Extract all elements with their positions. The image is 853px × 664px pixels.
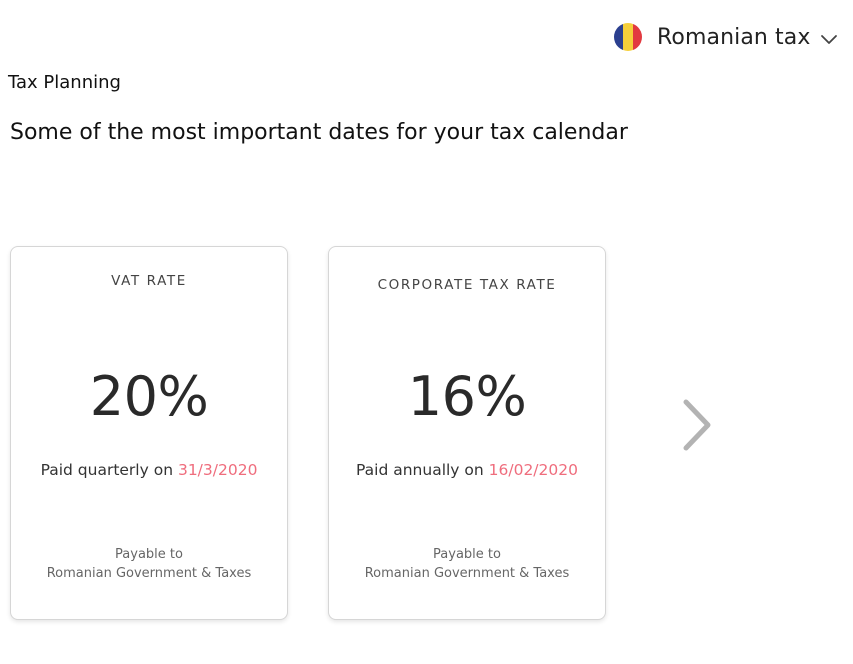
card-title: VAT RATE xyxy=(111,273,187,289)
page-subtitle: Some of the most important dates for you… xyxy=(10,120,628,145)
card-paid-info: Paid quarterly on 31/3/2020 xyxy=(11,461,287,479)
card-paid-prefix: Paid annually on xyxy=(356,461,489,479)
card-payable-line1: Payable to xyxy=(433,547,501,562)
card-payable-line1: Payable to xyxy=(115,547,183,562)
card-rate: 20% xyxy=(89,365,209,428)
country-select-label: Romanian tax xyxy=(657,24,811,50)
card-paid-info: Paid annually on 16/02/2020 xyxy=(329,461,605,479)
tax-card-vat: VAT RATE 20% Paid quarterly on 31/3/2020… xyxy=(10,246,288,620)
card-paid-date: 31/3/2020 xyxy=(177,461,258,479)
tax-card-corporate: CORPORATE TAX RATE 16% Paid annually on … xyxy=(328,246,606,620)
card-payable-line2: Romanian Government & Taxes xyxy=(46,566,252,581)
romania-flag-icon xyxy=(614,23,642,51)
card-paid-date: 16/02/2020 xyxy=(488,461,578,479)
card-payable-to: Payable to Romanian Government & Taxes xyxy=(329,545,605,583)
card-paid-prefix: Paid quarterly on xyxy=(40,461,178,479)
card-payable-line2: Romanian Government & Taxes xyxy=(364,566,570,581)
country-tax-select[interactable]: Romanian tax xyxy=(614,22,838,52)
chevron-down-icon xyxy=(821,35,838,44)
tax-planning-page: Romanian tax Tax Planning Some of the mo… xyxy=(0,0,853,664)
card-payable-to: Payable to Romanian Government & Taxes xyxy=(11,545,287,583)
card-rate: 16% xyxy=(407,365,527,428)
chevron-right-icon[interactable] xyxy=(676,398,718,454)
card-title: CORPORATE TAX RATE xyxy=(377,277,557,293)
section-label: Tax Planning xyxy=(8,72,121,93)
